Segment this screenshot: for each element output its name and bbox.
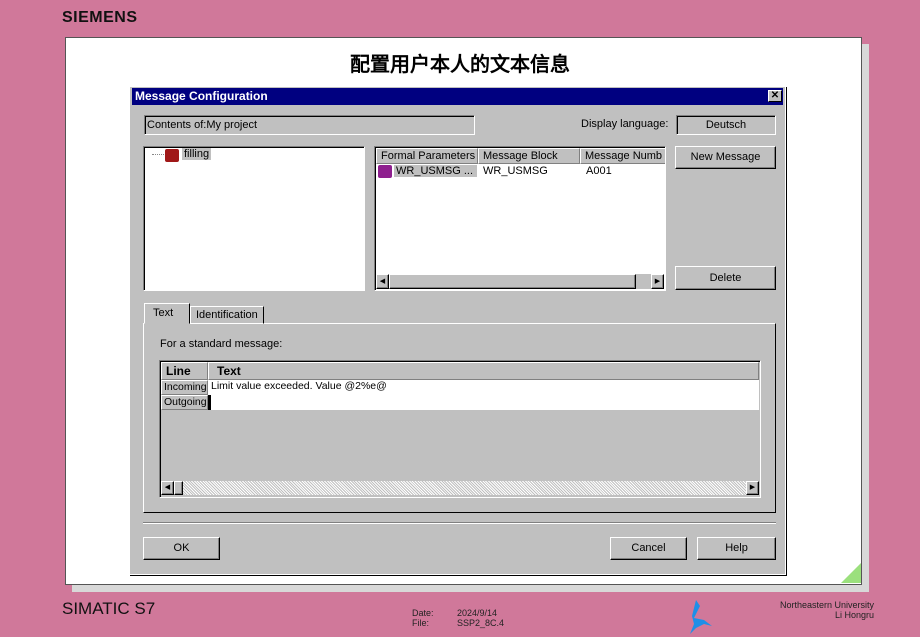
row-message-number: A001 (586, 165, 612, 177)
standard-message-label: For a standard message: (160, 338, 283, 350)
message-text-grid: Line Text Incoming Limit value exceeded.… (159, 360, 761, 498)
row-message-block: WR_USMSG (483, 165, 548, 177)
column-line: Line (161, 362, 208, 380)
outgoing-text-cell[interactable] (208, 395, 759, 410)
row-header-outgoing[interactable]: Outgoing (161, 395, 208, 410)
message-icon (378, 165, 392, 178)
display-language-label: Display language: (581, 118, 669, 130)
column-message-block[interactable]: Message Block (478, 148, 580, 164)
close-button[interactable]: ✕ (768, 90, 782, 102)
slide-title: 配置用户本人的文本信息 (350, 54, 570, 76)
message-configuration-dialog: Message Configuration ✕ Contents of:My p… (129, 86, 786, 575)
scroll-right-icon[interactable]: ▶ (651, 274, 664, 289)
grid-horizontal-scrollbar[interactable]: ◀ ▶ (161, 481, 759, 495)
siemens-logo: SIEMENS (62, 9, 138, 26)
dialog-title: Message Configuration (135, 89, 268, 103)
separator (143, 522, 776, 524)
ok-button[interactable]: OK (143, 537, 220, 560)
horizontal-scrollbar[interactable]: ◀ ▶ (376, 274, 664, 289)
file-label: File: (412, 618, 430, 628)
column-message-number[interactable]: Message Numb (580, 148, 665, 164)
date-label: Date: (412, 608, 434, 618)
university-logo-icon (690, 600, 712, 634)
cancel-button[interactable]: Cancel (610, 537, 687, 560)
column-text: Text (208, 362, 759, 380)
title-bar: Message Configuration ✕ (132, 88, 783, 105)
scroll-left-icon[interactable]: ◀ (161, 481, 174, 495)
display-language-field[interactable]: Deutsch (676, 115, 776, 135)
delete-button[interactable]: Delete (675, 266, 776, 290)
help-button[interactable]: Help (697, 537, 776, 560)
tab-identification[interactable]: Identification (190, 306, 264, 324)
column-formal-parameters[interactable]: Formal Parameters (376, 148, 478, 164)
tree-item-filling[interactable]: filling (182, 148, 212, 160)
station-icon (165, 149, 179, 162)
message-list: Formal Parameters Message Block Message … (374, 146, 666, 291)
scroll-right-icon[interactable]: ▶ (746, 481, 759, 495)
university-name: Northeastern University (779, 600, 874, 610)
corner-triangle (841, 563, 861, 583)
scroll-left-icon[interactable]: ◀ (376, 274, 389, 289)
incoming-text-cell[interactable]: Limit value exceeded. Value @2%e@ (208, 380, 759, 395)
new-message-button[interactable]: New Message (675, 146, 776, 169)
contents-of-field: Contents of:My project (144, 115, 475, 135)
tree-line (152, 154, 164, 155)
author-name: Li Hongru (834, 610, 874, 620)
tab-text[interactable]: Text (144, 303, 190, 324)
date-value: 2024/9/14 (457, 608, 498, 618)
product-name: SIMATIC S7 (62, 599, 156, 618)
scroll-thumb[interactable] (174, 481, 183, 495)
scroll-thumb[interactable] (389, 274, 636, 289)
file-value: SSP2_8C.4 (457, 618, 505, 628)
project-tree: filling (143, 146, 365, 291)
row-formal-parameter[interactable]: WR_USMSG ... (394, 165, 477, 177)
row-header-incoming[interactable]: Incoming (161, 380, 208, 395)
